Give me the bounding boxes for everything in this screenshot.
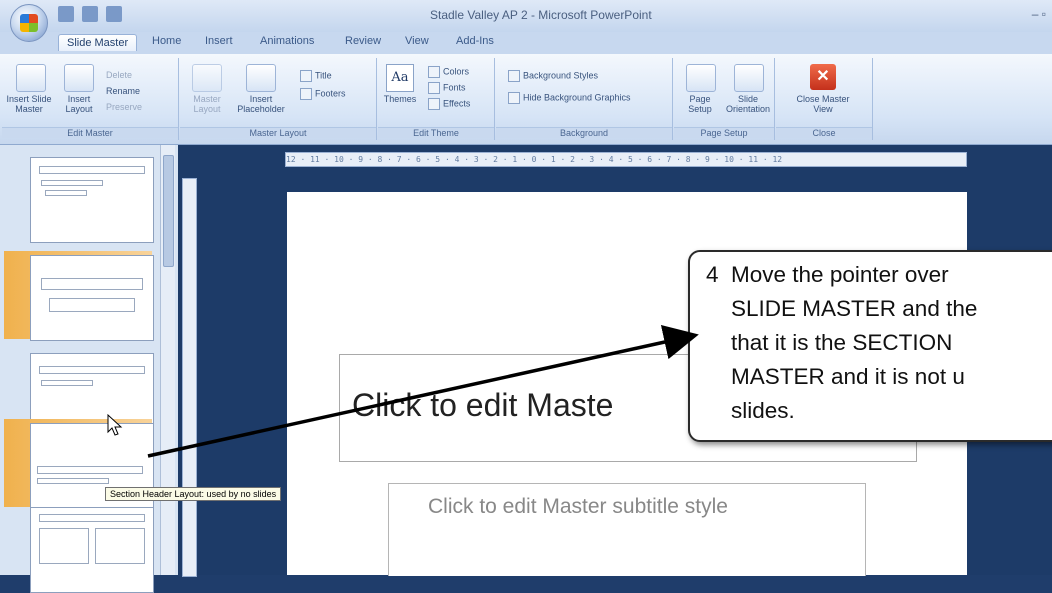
preserve-button[interactable]: Preserve	[106, 102, 142, 112]
checkbox-icon	[300, 70, 312, 82]
title-placeholder-text: Click to edit Maste	[352, 387, 614, 423]
thumb-title-bar	[41, 278, 143, 290]
page-setup-button[interactable]: Page Setup	[678, 94, 722, 114]
title-checkbox[interactable]: Title	[300, 70, 332, 82]
group-label-master-layout: Master Layout	[180, 127, 376, 138]
master-layout-icon[interactable]	[192, 64, 222, 92]
hide-bg-graphics-checkbox[interactable]: Hide Background Graphics	[508, 92, 631, 104]
delete-button[interactable]: Delete	[106, 70, 132, 80]
thumb-subtitle-bar	[49, 298, 135, 312]
group-label-edit-master: Edit Master	[2, 127, 178, 138]
close-master-view-icon[interactable]: ✕	[810, 64, 836, 90]
group-page-setup: Page Setup Slide Orientation Page Setup	[674, 58, 775, 140]
thumb-text-line	[41, 180, 103, 186]
tab-slide-master[interactable]: Slide Master	[58, 34, 138, 51]
subtitle-placeholder-text: Click to edit Master subtitle style	[428, 495, 728, 518]
thumbnail-slide-master[interactable]	[30, 157, 154, 243]
tab-add-ins[interactable]: Add-Ins	[456, 35, 494, 47]
quick-access-toolbar	[58, 6, 122, 22]
title-checkbox-label: Title	[315, 70, 332, 81]
title-bar: Stadle Valley AP 2 - Microsoft PowerPoin…	[0, 0, 1052, 32]
undo-icon[interactable]	[82, 6, 98, 22]
checkbox-icon	[300, 88, 312, 100]
insert-slide-master-button[interactable]: Insert Slide Master	[4, 94, 54, 114]
effects-button[interactable]: Effects	[428, 98, 470, 110]
insert-slide-master-icon[interactable]	[16, 64, 46, 92]
footers-checkbox[interactable]: Footers	[300, 88, 346, 100]
insert-layout-icon[interactable]	[64, 64, 94, 92]
redo-icon[interactable]	[106, 6, 122, 22]
thumb-text-line	[45, 190, 87, 196]
group-close: ✕ Close Master View Close	[776, 58, 873, 140]
checkbox-icon	[508, 92, 520, 104]
thumb-left-content	[39, 528, 89, 564]
fonts-icon	[428, 82, 440, 94]
slide-thumbnail-pane	[0, 145, 178, 593]
vertical-ruler	[182, 178, 197, 577]
thumb-right-content	[95, 528, 145, 564]
group-master-layout: Master Layout Insert Placeholder Title F…	[180, 58, 377, 140]
close-master-view-button[interactable]: Close Master View	[794, 94, 852, 114]
rename-button[interactable]: Rename	[106, 86, 140, 96]
insert-placeholder-icon[interactable]	[246, 64, 276, 92]
background-styles-button[interactable]: Background Styles	[508, 70, 598, 82]
themes-button[interactable]: Themes	[380, 94, 420, 104]
colors-icon	[428, 66, 440, 78]
insert-layout-button[interactable]: Insert Layout	[58, 94, 100, 114]
footers-checkbox-label: Footers	[315, 88, 346, 99]
background-styles-icon	[508, 70, 520, 82]
thumb-text-line	[37, 478, 109, 484]
hide-bg-graphics-label: Hide Background Graphics	[523, 92, 631, 103]
group-edit-master: Insert Slide Master Insert Layout Delete…	[2, 58, 179, 140]
thumb-title-bar	[39, 166, 145, 174]
thumbnail-title-layout[interactable]	[30, 255, 154, 341]
thumb-text-line	[41, 380, 93, 386]
thumbnail-scrollbar[interactable]	[160, 145, 175, 575]
thumb-title-bar	[37, 466, 143, 474]
tab-insert[interactable]: Insert	[205, 35, 233, 47]
scrollbar-thumb[interactable]	[163, 155, 174, 267]
tab-animations[interactable]: Animations	[260, 35, 314, 47]
tab-view[interactable]: View	[405, 35, 429, 47]
group-label-page-setup: Page Setup	[674, 127, 774, 138]
group-label-background: Background	[496, 127, 672, 138]
thumbnail-two-content-layout[interactable]	[30, 507, 154, 593]
colors-label: Colors	[443, 66, 470, 77]
effects-label: Effects	[443, 98, 471, 109]
tab-review[interactable]: Review	[345, 35, 381, 47]
ribbon: Insert Slide Master Insert Layout Delete…	[0, 54, 1052, 145]
page-setup-icon[interactable]	[686, 64, 716, 92]
save-icon[interactable]	[58, 6, 74, 22]
instruction-callout-text: 4 Move the pointer over SLIDE MASTER and…	[706, 262, 978, 423]
insert-placeholder-button[interactable]: Insert Placeholder	[232, 94, 290, 114]
thumbnail-tooltip: Section Header Layout: used by no slides	[105, 487, 282, 501]
fonts-label: Fonts	[443, 82, 466, 93]
effects-icon	[428, 98, 440, 110]
background-styles-label: Background Styles	[523, 70, 599, 81]
window-title: Stadle Valley AP 2 - Microsoft PowerPoin…	[430, 8, 652, 22]
office-button[interactable]	[10, 4, 48, 42]
slide-orientation-button[interactable]: Slide Orientation	[722, 94, 774, 114]
master-layout-button[interactable]: Master Layout	[184, 94, 230, 114]
group-background: Background Styles Hide Background Graphi…	[496, 58, 673, 140]
tab-home[interactable]: Home	[152, 35, 181, 47]
ribbon-tabs: Slide Master Home Insert Animations Revi…	[0, 32, 1052, 54]
thumb-title-bar	[39, 514, 145, 522]
window-controls[interactable]: – ▫	[1032, 7, 1046, 21]
fonts-button[interactable]: Fonts	[428, 82, 466, 94]
group-label-close: Close	[776, 127, 872, 138]
group-edit-theme: Aa Themes Colors Fonts Effects Edit Them…	[378, 58, 495, 140]
colors-button[interactable]: Colors	[428, 66, 469, 78]
thumb-title-bar	[39, 366, 145, 374]
themes-icon[interactable]: Aa	[386, 64, 414, 92]
group-label-edit-theme: Edit Theme	[378, 127, 494, 138]
horizontal-ruler: 12 · 11 · 10 · 9 · 8 · 7 · 6 · 5 · 4 · 3…	[285, 152, 967, 167]
slide-orientation-icon[interactable]	[734, 64, 764, 92]
